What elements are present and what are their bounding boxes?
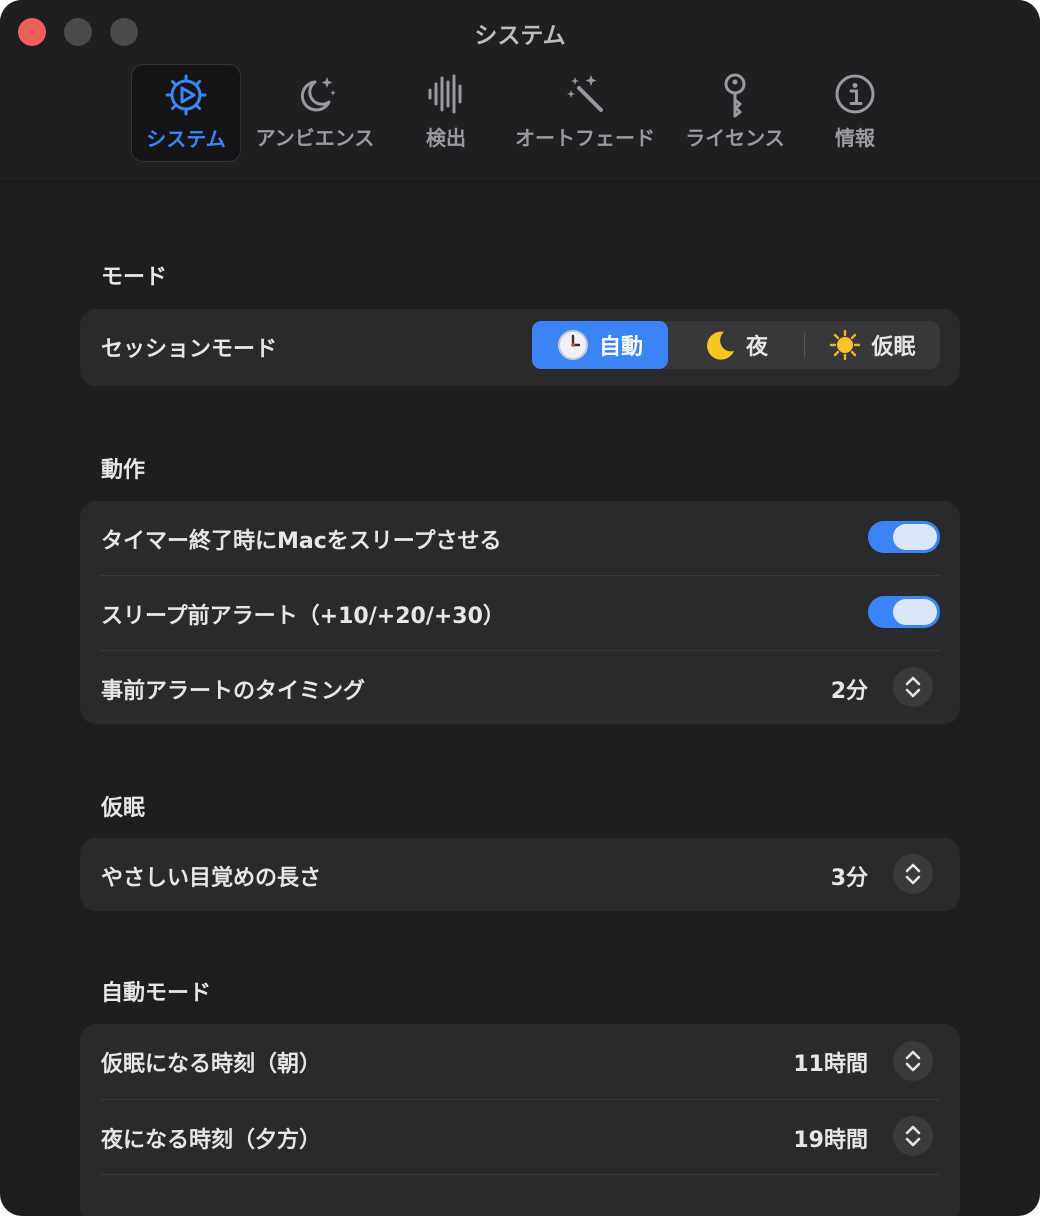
toggle-knob bbox=[893, 524, 937, 550]
key-icon bbox=[680, 72, 790, 120]
title-bar: システム システム アンビエンス 検出 オートフェード ライセンス 情報 bbox=[0, 0, 1040, 179]
sleep-mac-toggle[interactable] bbox=[868, 521, 940, 553]
gear-play-icon bbox=[132, 73, 240, 121]
sleep-mac-row: タイマー終了時にMacをスリープさせる bbox=[80, 501, 960, 575]
pre-alert-toggle[interactable] bbox=[868, 596, 940, 628]
gentle-wake-row: やさしい目覚めの長さ 3分 bbox=[80, 838, 960, 911]
tab-detection[interactable]: 検出 bbox=[406, 64, 486, 160]
pre-alert-row: スリープ前アラート（+10/+20/+30） bbox=[80, 576, 960, 650]
segment-label: 仮眠 bbox=[871, 335, 916, 360]
row-divider bbox=[100, 1174, 940, 1175]
settings-window: システム システム アンビエンス 検出 オートフェード ライセンス 情報 モード… bbox=[0, 0, 1040, 1216]
segment-nap[interactable]: 仮眠 bbox=[805, 321, 940, 369]
auto-mode-group: 仮眠になる時刻（朝） 11時間 夜になる時刻（夕方） 19時間 bbox=[80, 1024, 960, 1216]
chevron-up-down-icon bbox=[905, 1125, 921, 1147]
section-title-mode: モード bbox=[101, 265, 168, 290]
waveform-icon bbox=[406, 72, 486, 120]
segment-night[interactable]: 夜 bbox=[668, 321, 804, 369]
section-title-nap: 仮眠 bbox=[101, 796, 146, 821]
nap-time-label: 仮眠になる時刻（朝） bbox=[101, 1052, 322, 1077]
tab-autofade[interactable]: オートフェード bbox=[510, 64, 660, 160]
segment-label: 夜 bbox=[745, 335, 768, 360]
tab-label: システム bbox=[146, 127, 226, 151]
gentle-wake-stepper[interactable] bbox=[893, 854, 933, 894]
nap-group: やさしい目覚めの長さ 3分 bbox=[80, 838, 960, 911]
session-mode-label: セッションモード bbox=[101, 337, 278, 362]
section-title-auto-mode: 自動モード bbox=[101, 981, 212, 1006]
session-mode-segmented-control[interactable]: 自動 夜 仮眠 bbox=[532, 321, 940, 369]
gentle-wake-label: やさしい目覚めの長さ bbox=[101, 866, 322, 891]
chevron-up-down-icon bbox=[905, 676, 921, 698]
nap-time-row: 仮眠になる時刻（朝） 11時間 bbox=[80, 1024, 960, 1098]
info-circle-icon bbox=[815, 72, 895, 120]
session-mode-row: セッションモード 自動 夜 仮眠 bbox=[80, 309, 960, 386]
tab-label: 検出 bbox=[426, 126, 466, 150]
segment-auto[interactable]: 自動 bbox=[532, 321, 668, 369]
night-time-label: 夜になる時刻（夕方） bbox=[101, 1128, 322, 1153]
night-time-row: 夜になる時刻（夕方） 19時間 bbox=[80, 1100, 960, 1174]
tab-label: ライセンス bbox=[685, 126, 785, 150]
gentle-wake-value: 3分 bbox=[830, 866, 868, 891]
tab-system[interactable]: システム bbox=[131, 64, 241, 162]
chevron-up-down-icon bbox=[905, 1050, 921, 1072]
tab-label: アンビエンス bbox=[255, 126, 375, 150]
behavior-group: タイマー終了時にMacをスリープさせる スリープ前アラート（+10/+20/+3… bbox=[80, 501, 960, 724]
mode-group: セッションモード 自動 夜 仮眠 bbox=[80, 309, 960, 386]
toggle-knob bbox=[893, 599, 937, 625]
tab-license[interactable]: ライセンス bbox=[680, 64, 790, 160]
magic-wand-icon bbox=[510, 72, 660, 120]
crescent-moon-emoji-icon bbox=[704, 329, 736, 361]
window-title: システム bbox=[474, 23, 566, 49]
chevron-up-down-icon bbox=[905, 863, 921, 885]
pre-alert-label: スリープ前アラート（+10/+20/+30） bbox=[101, 604, 505, 629]
sun-emoji-icon bbox=[829, 329, 861, 361]
clock-emoji-icon bbox=[557, 329, 589, 361]
night-time-stepper[interactable] bbox=[893, 1116, 933, 1156]
alert-timing-value: 2分 bbox=[830, 679, 868, 704]
settings-content: モード セッションモード 自動 夜 仮眠 動作 タイマー終了時にMacをスリープ… bbox=[0, 179, 1040, 1216]
sleep-mac-label: タイマー終了時にMacをスリープさせる bbox=[101, 529, 502, 554]
tab-ambience[interactable]: アンビエンス bbox=[250, 64, 380, 160]
tab-label: 情報 bbox=[835, 126, 875, 150]
alert-timing-label: 事前アラートのタイミング bbox=[101, 679, 366, 704]
tab-label: オートフェード bbox=[515, 126, 655, 150]
tab-about[interactable]: 情報 bbox=[815, 64, 895, 160]
nap-time-value: 11時間 bbox=[793, 1052, 868, 1077]
night-time-value: 19時間 bbox=[793, 1128, 868, 1153]
nap-time-stepper[interactable] bbox=[893, 1041, 933, 1081]
segment-label: 自動 bbox=[598, 335, 643, 360]
alert-timing-stepper[interactable] bbox=[893, 667, 933, 707]
alert-timing-row: 事前アラートのタイミング 2分 bbox=[80, 651, 960, 724]
section-title-behavior: 動作 bbox=[101, 458, 146, 483]
moon-stars-icon bbox=[250, 72, 380, 120]
